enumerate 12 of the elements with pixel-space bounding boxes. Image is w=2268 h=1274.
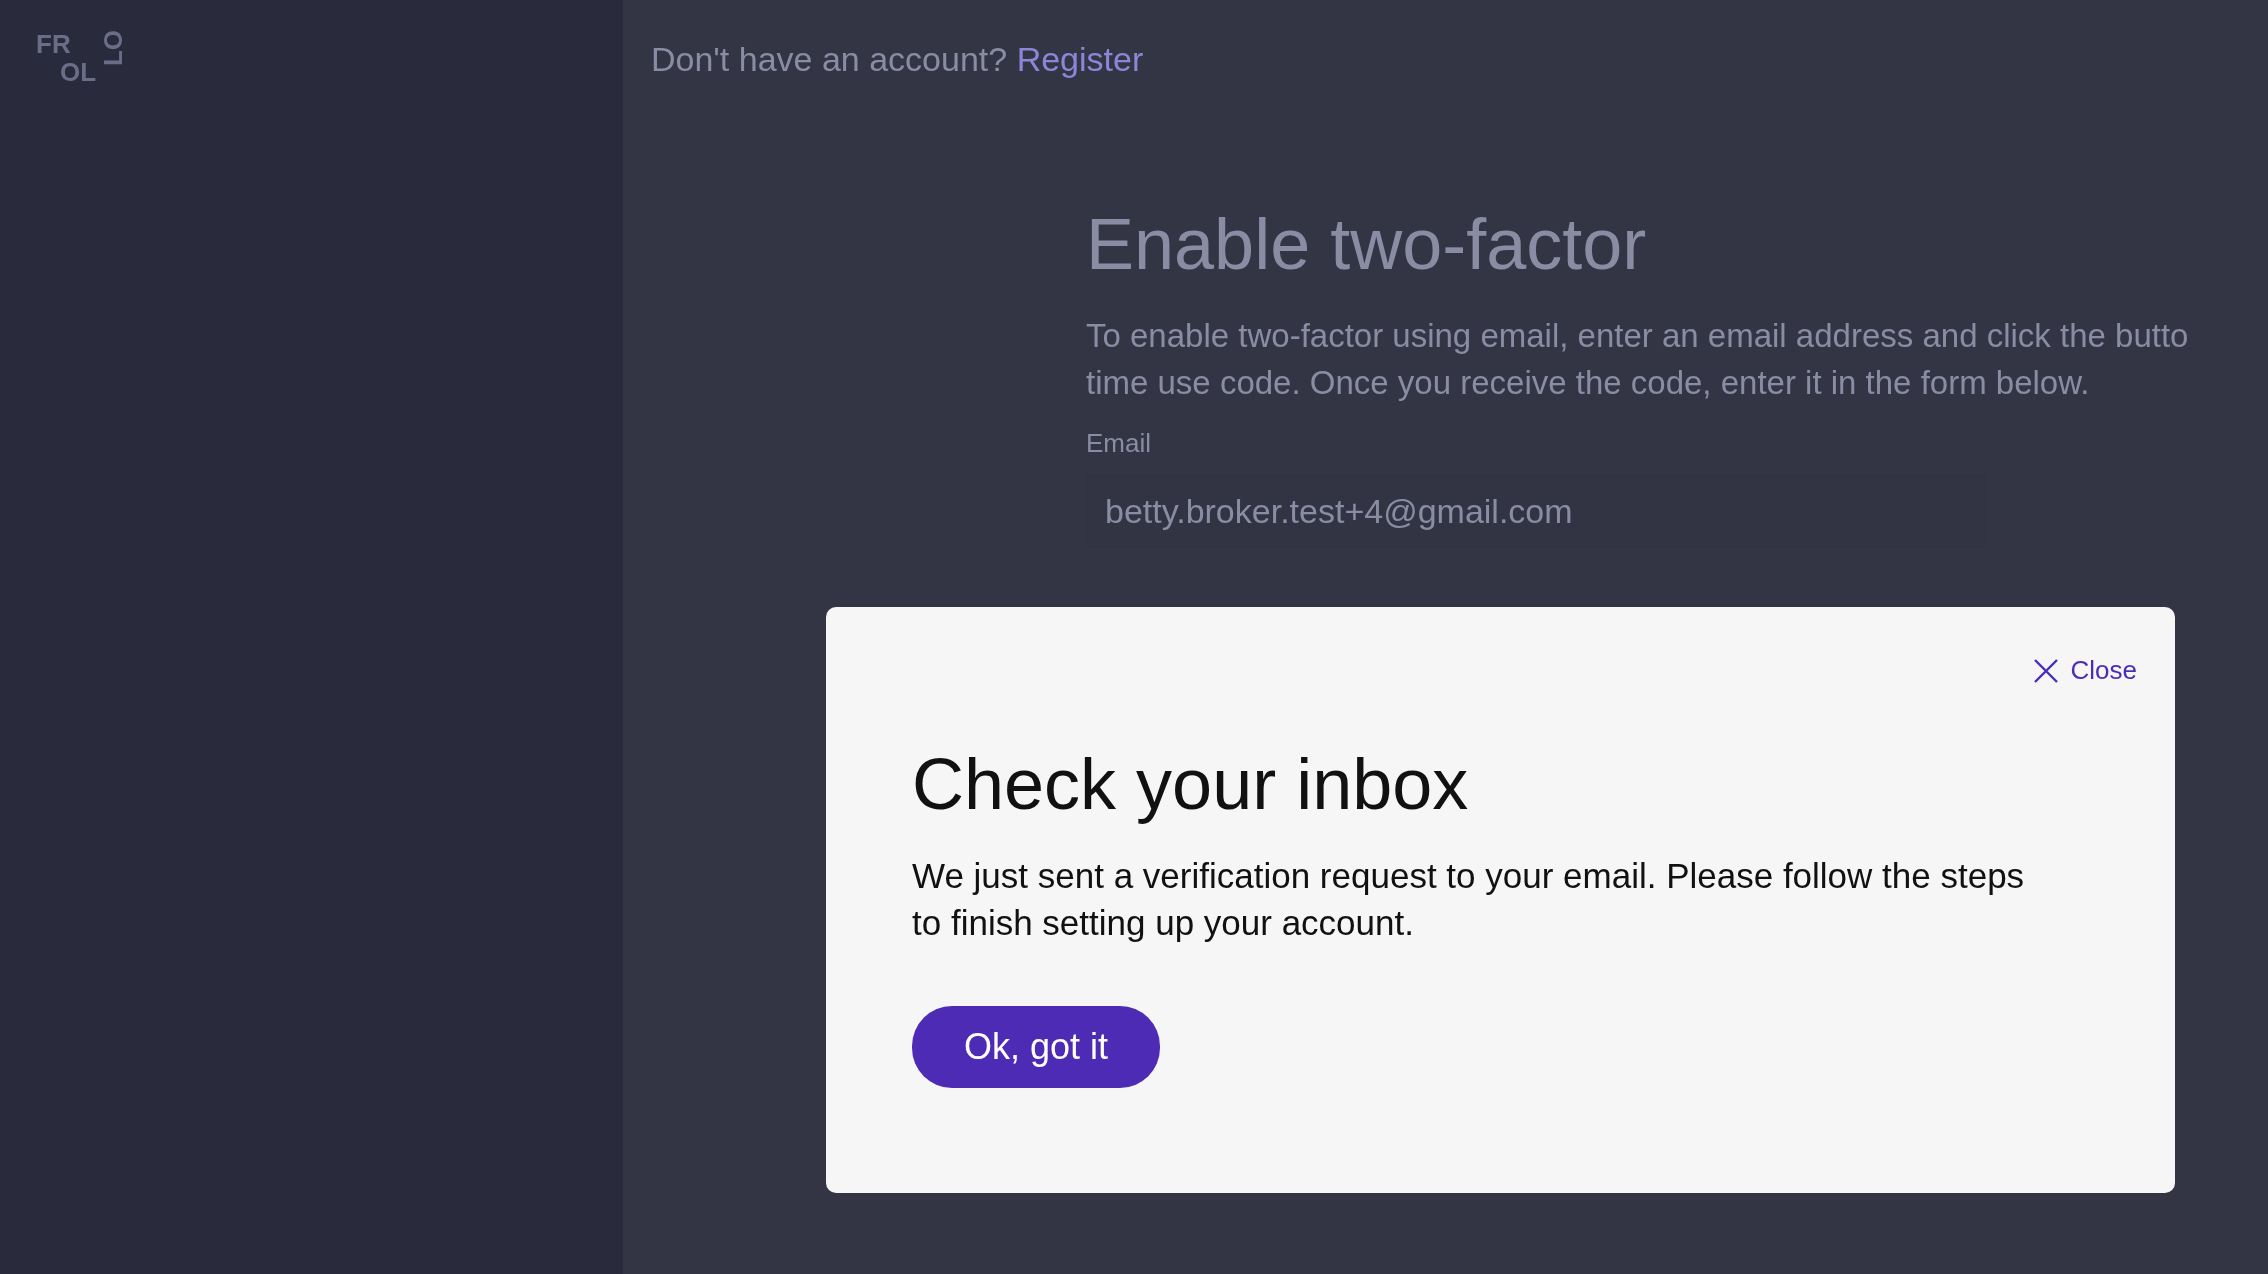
close-button[interactable]: Close bbox=[2032, 651, 2137, 690]
register-link[interactable]: Register bbox=[1016, 40, 1144, 78]
register-prompt: Don't have an account? Register bbox=[651, 39, 1145, 80]
close-icon bbox=[2032, 657, 2059, 684]
page-title: Enable two-factor bbox=[1086, 205, 1648, 285]
modal-title: Check your inbox bbox=[912, 745, 1470, 825]
confirm-button[interactable]: Ok, got it bbox=[912, 1006, 1161, 1089]
modal-message: We just sent a verification request to your email. Please follow the steps to finish setting up your account. bbox=[912, 855, 2026, 945]
description-text: To enable two-factor using email, enter an email address and click the butto bbox=[1086, 316, 2190, 357]
field-label: Email bbox=[1086, 427, 1152, 461]
description-text: time use code. Once you receive the code, enter it in the form below. bbox=[1086, 363, 2091, 404]
logo: FR OL LO bbox=[36, 30, 127, 86]
